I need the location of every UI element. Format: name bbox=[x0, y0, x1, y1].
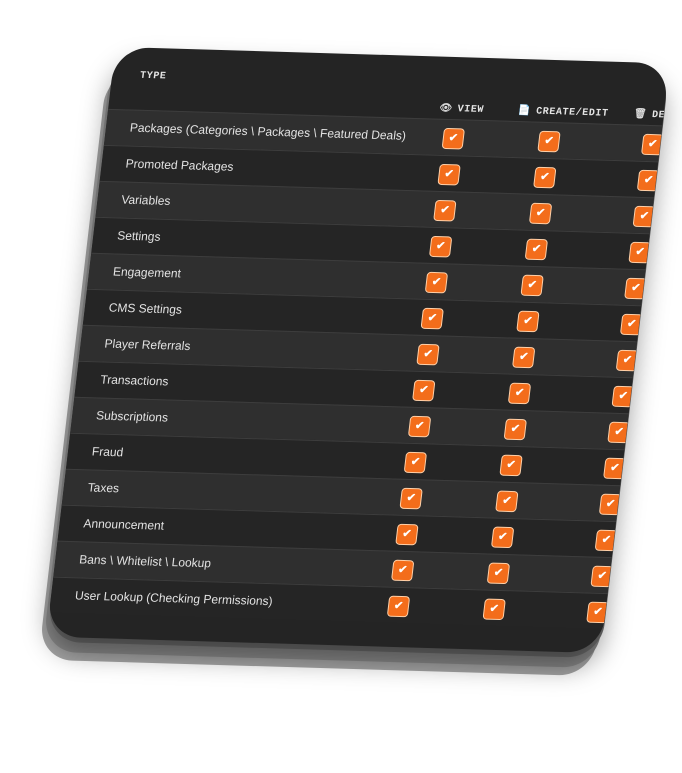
type-column-header: TYPE bbox=[139, 70, 167, 83]
view-checkbox[interactable]: ✔ bbox=[403, 451, 428, 474]
row-label: Settings bbox=[116, 228, 162, 244]
view-checkbox[interactable]: ✔ bbox=[407, 415, 432, 438]
delete-checkbox[interactable]: ✔ bbox=[615, 349, 640, 372]
view-checkbox[interactable]: ✔ bbox=[399, 487, 423, 510]
view-checkbox[interactable]: ✔ bbox=[433, 199, 457, 222]
view-checkbox[interactable]: ✔ bbox=[386, 595, 411, 618]
permissions-table-body: Packages (Categories \ Packages \ Featur… bbox=[49, 108, 665, 630]
view-checkbox[interactable]: ✔ bbox=[416, 343, 440, 366]
row-label: Taxes bbox=[86, 480, 120, 496]
view-checkbox[interactable]: ✔ bbox=[441, 127, 465, 150]
document-icon: 📄 bbox=[517, 106, 532, 118]
create-edit-checkbox[interactable]: ✔ bbox=[512, 346, 536, 369]
create-edit-checkbox[interactable]: ✔ bbox=[528, 202, 553, 225]
row-label: Fraud bbox=[91, 444, 125, 460]
delete-checkbox[interactable]: ✔ bbox=[640, 133, 665, 156]
create-edit-column-label: CREATE/EDIT bbox=[535, 106, 610, 120]
delete-checkbox[interactable]: ✔ bbox=[607, 421, 631, 444]
eye-icon: 👁 bbox=[438, 103, 454, 116]
delete-checkbox[interactable]: ✔ bbox=[636, 169, 661, 192]
create-edit-checkbox[interactable]: ✔ bbox=[537, 130, 561, 153]
row-label: Packages (Categories \ Packages \ Featur… bbox=[129, 120, 407, 143]
delete-checkbox[interactable]: ✔ bbox=[632, 205, 656, 228]
trash-icon: 🗑 bbox=[633, 109, 648, 121]
stage: TYPE 👁 VIEW 📄 CREATE/EDIT 🗑 DELETE Packa… bbox=[0, 0, 682, 773]
row-label: Engagement bbox=[112, 264, 182, 281]
view-checkbox[interactable]: ✔ bbox=[395, 523, 419, 546]
row-label: Subscriptions bbox=[95, 408, 169, 425]
create-edit-checkbox[interactable]: ✔ bbox=[503, 418, 527, 441]
create-edit-checkbox[interactable]: ✔ bbox=[516, 310, 540, 333]
create-edit-checkbox[interactable]: ✔ bbox=[524, 238, 549, 261]
row-label: Transactions bbox=[99, 372, 170, 389]
delete-checkbox[interactable]: ✔ bbox=[598, 493, 623, 516]
create-edit-checkbox[interactable]: ✔ bbox=[482, 598, 506, 621]
view-column-label: VIEW bbox=[456, 103, 485, 116]
delete-checkbox[interactable]: ✔ bbox=[611, 385, 635, 408]
row-label: Bans \ Whitelist \ Lookup bbox=[78, 552, 212, 571]
create-edit-checkbox[interactable]: ✔ bbox=[490, 526, 515, 549]
create-edit-column-header: 📄 CREATE/EDIT bbox=[517, 105, 609, 120]
delete-checkbox[interactable]: ✔ bbox=[594, 529, 619, 552]
row-label: CMS Settings bbox=[108, 300, 183, 317]
view-checkbox[interactable]: ✔ bbox=[390, 559, 415, 582]
create-edit-checkbox[interactable]: ✔ bbox=[499, 454, 523, 477]
create-edit-checkbox[interactable]: ✔ bbox=[520, 274, 544, 297]
view-column-header: 👁 VIEW bbox=[439, 103, 485, 116]
delete-checkbox[interactable]: ✔ bbox=[624, 277, 648, 300]
delete-checkbox[interactable]: ✔ bbox=[590, 565, 614, 588]
delete-checkbox[interactable]: ✔ bbox=[628, 241, 652, 264]
create-edit-checkbox[interactable]: ✔ bbox=[495, 490, 519, 513]
row-label: Player Referrals bbox=[103, 336, 192, 354]
delete-checkbox[interactable]: ✔ bbox=[603, 457, 627, 480]
view-checkbox[interactable]: ✔ bbox=[424, 271, 449, 294]
delete-checkbox[interactable]: ✔ bbox=[586, 601, 610, 624]
view-checkbox[interactable]: ✔ bbox=[412, 379, 436, 402]
view-checkbox[interactable]: ✔ bbox=[428, 235, 453, 258]
permissions-card: TYPE 👁 VIEW 📄 CREATE/EDIT 🗑 DELETE Packa… bbox=[46, 46, 670, 654]
create-edit-checkbox[interactable]: ✔ bbox=[486, 562, 511, 585]
row-label: User Lookup (Checking Permissions) bbox=[74, 588, 274, 609]
row-label: Variables bbox=[120, 192, 172, 208]
row-label: Announcement bbox=[82, 516, 165, 533]
delete-checkbox[interactable]: ✔ bbox=[619, 313, 644, 336]
view-checkbox[interactable]: ✔ bbox=[420, 307, 444, 330]
view-checkbox[interactable]: ✔ bbox=[437, 163, 461, 186]
row-label: Promoted Packages bbox=[124, 156, 235, 174]
create-edit-checkbox[interactable]: ✔ bbox=[507, 382, 532, 405]
delete-column-label: DELETE bbox=[651, 109, 670, 122]
create-edit-checkbox[interactable]: ✔ bbox=[533, 166, 557, 189]
